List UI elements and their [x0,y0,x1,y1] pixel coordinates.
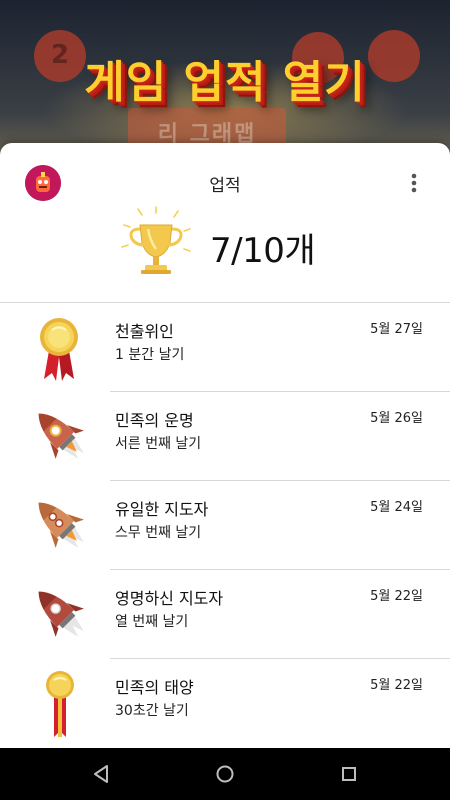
achievement-description: 열 번째 날기 [115,614,189,630]
achievement-date: 5월 22일 [370,589,423,604]
achievement-title: 민족의 운명 [115,411,194,430]
home-icon[interactable] [212,761,238,787]
card-header: 업적 7/10개 [0,143,450,303]
rocket-icon [22,402,102,472]
list-item[interactable]: 민족의 태양 30초간 날기 5월 22일 [0,659,450,748]
rocket-icon [22,491,102,561]
back-icon[interactable] [88,761,114,787]
achievement-title: 유일한 지도자 [115,500,209,519]
list-item[interactable]: 천출위인 1 분간 날기 5월 27일 [0,303,450,392]
list-item[interactable]: 민족의 운명 서른 번째 날기 5월 26일 [0,392,450,481]
achievement-description: 서른 번째 날기 [115,436,202,452]
achievement-date: 5월 26일 [370,411,423,426]
recents-icon[interactable] [336,761,362,787]
banner-title: 게임 업적 열기 [84,57,366,108]
gold-medal-icon [22,669,102,739]
achievement-description: 1 분간 날기 [115,347,185,363]
achievement-description: 30초간 날기 [115,703,189,719]
achievement-title: 민족의 태양 [115,678,194,697]
achievement-title: 천출위인 [115,322,174,341]
achievements-card: 업적 7/10개 천출위인 1 분간 날기 5월 27일 민족의 운명 서른 번… [0,143,450,748]
game-banner: 2 리 그래맵 게임 업적 열기 [0,0,450,160]
achievement-title: 영명하신 지도자 [115,589,224,608]
trophy-icon [118,205,194,281]
achievement-list: 천출위인 1 분간 날기 5월 27일 민족의 운명 서른 번째 날기 5월 2… [0,303,450,748]
achievement-count: 7/10개 [210,231,316,271]
gold-medal-icon [22,313,102,383]
page-title: 업적 [209,176,241,196]
list-item[interactable]: 유일한 지도자 스무 번째 날기 5월 24일 [0,481,450,570]
achievement-description: 스무 번째 날기 [115,525,202,541]
achievement-date: 5월 24일 [370,500,423,515]
achievement-summary: 7/10개 [118,205,358,285]
navigation-bar [0,748,450,800]
rocket-icon [22,580,102,650]
achievement-date: 5월 22일 [370,678,423,693]
list-item[interactable]: 영명하신 지도자 열 번째 날기 5월 22일 [0,570,450,659]
more-options-icon[interactable] [402,169,426,197]
achievement-date: 5월 27일 [370,322,423,337]
